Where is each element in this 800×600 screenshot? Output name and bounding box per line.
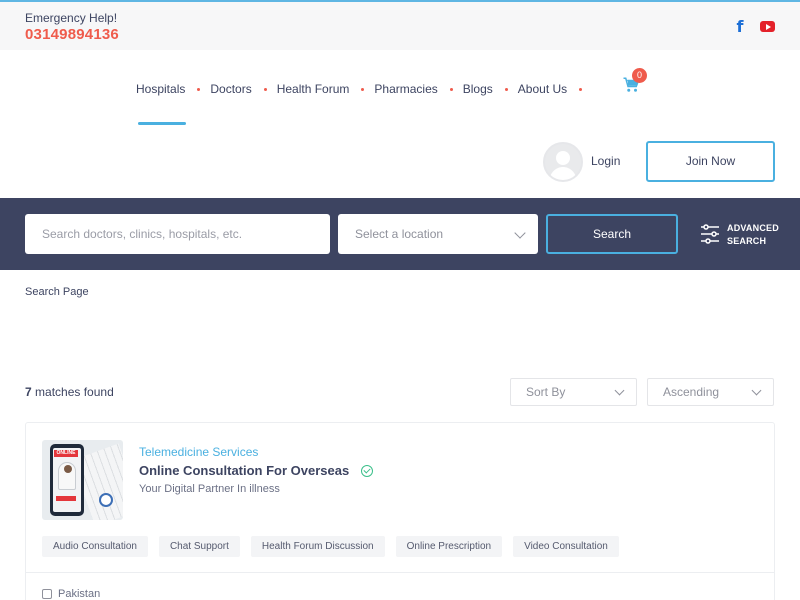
youtube-icon[interactable]	[760, 21, 775, 32]
result-title[interactable]: Online Consultation For Overseas	[139, 463, 349, 478]
advanced-search-button[interactable]: ADVANCED SEARCH	[700, 223, 780, 247]
card-divider	[26, 572, 774, 573]
service-tag[interactable]: Online Prescription	[395, 536, 503, 557]
nav-label[interactable]: Pharmacies	[374, 82, 437, 96]
sort-by-label: Sort By	[526, 385, 566, 399]
join-now-button[interactable]: Join Now	[646, 141, 775, 182]
sliders-icon	[701, 224, 719, 244]
advanced-search-label-line1: ADVANCED	[727, 223, 779, 233]
result-location: Pakistan	[58, 588, 101, 600]
nav-label[interactable]: Blogs	[463, 82, 493, 96]
service-tag[interactable]: Health Forum Discussion	[250, 536, 385, 557]
nav-separator-dot	[263, 87, 267, 91]
sort-by-select[interactable]: Sort By	[510, 378, 637, 406]
search-input[interactable]	[25, 214, 330, 254]
verified-icon	[361, 465, 373, 477]
avatar[interactable]	[543, 142, 583, 182]
nav-separator-dot	[504, 87, 508, 91]
advanced-search-label-line2: SEARCH	[727, 236, 767, 246]
nav-active-underline	[138, 122, 186, 125]
location-icon	[42, 589, 52, 599]
main-nav: Hospitals Doctors Health Forum Pharmacie…	[136, 80, 592, 98]
top-bar: Emergency Help! 03149894136 f	[0, 0, 800, 50]
emergency-help-label: Emergency Help!	[25, 11, 118, 25]
nav-label[interactable]: Health Forum	[277, 82, 350, 96]
service-tag[interactable]: Video Consultation	[513, 536, 619, 557]
cta-graphic	[56, 496, 76, 501]
matches-number: 7	[25, 385, 32, 399]
login-link[interactable]: Login	[591, 154, 620, 168]
chevron-down-icon	[514, 227, 526, 239]
service-tags: Audio Consultation Chat Support Health F…	[42, 536, 630, 557]
order-label: Ascending	[663, 385, 720, 399]
cart-count-badge: 0	[632, 68, 647, 83]
page-title: Search Page	[25, 286, 89, 298]
location-select-label: Select a location	[355, 227, 444, 241]
location-select[interactable]: Select a location	[338, 214, 538, 254]
facebook-icon[interactable]: f	[733, 18, 747, 36]
nav-item-about-us[interactable]: About Us	[518, 82, 592, 96]
result-card[interactable]	[25, 422, 775, 600]
nav-label[interactable]: Hospitals	[136, 82, 185, 96]
order-select[interactable]: Ascending	[647, 378, 774, 406]
result-thumbnail[interactable]: ONLINE	[42, 440, 123, 520]
watch-graphic	[99, 493, 113, 507]
nav-label[interactable]: Doctors	[210, 82, 251, 96]
result-category[interactable]: Telemedicine Services	[139, 445, 258, 459]
service-tag[interactable]: Audio Consultation	[42, 536, 148, 557]
nav-separator-dot	[197, 87, 201, 91]
online-tag: ONLINE	[54, 450, 78, 457]
matches-count: 7 matches found	[25, 385, 114, 399]
nav-item-blogs[interactable]: Blogs	[463, 82, 518, 96]
nav-label[interactable]: About Us	[518, 82, 567, 96]
matches-suffix: matches found	[35, 385, 114, 399]
nav-item-hospitals[interactable]: Hospitals	[136, 82, 210, 96]
doctor-graphic	[58, 462, 76, 490]
nav-separator-dot	[579, 87, 583, 91]
emergency-phone[interactable]: 03149894136	[25, 26, 119, 43]
nav-separator-dot	[449, 87, 453, 91]
nav-item-pharmacies[interactable]: Pharmacies	[374, 82, 462, 96]
service-tag[interactable]: Chat Support	[158, 536, 240, 557]
chevron-down-icon	[614, 385, 625, 396]
nav-item-health-forum[interactable]: Health Forum	[277, 82, 375, 96]
result-subtitle: Your Digital Partner In illness	[139, 483, 280, 495]
nav-separator-dot	[361, 87, 365, 91]
chevron-down-icon	[751, 385, 762, 396]
nav-item-doctors[interactable]: Doctors	[210, 82, 276, 96]
search-button[interactable]: Search	[546, 214, 678, 254]
